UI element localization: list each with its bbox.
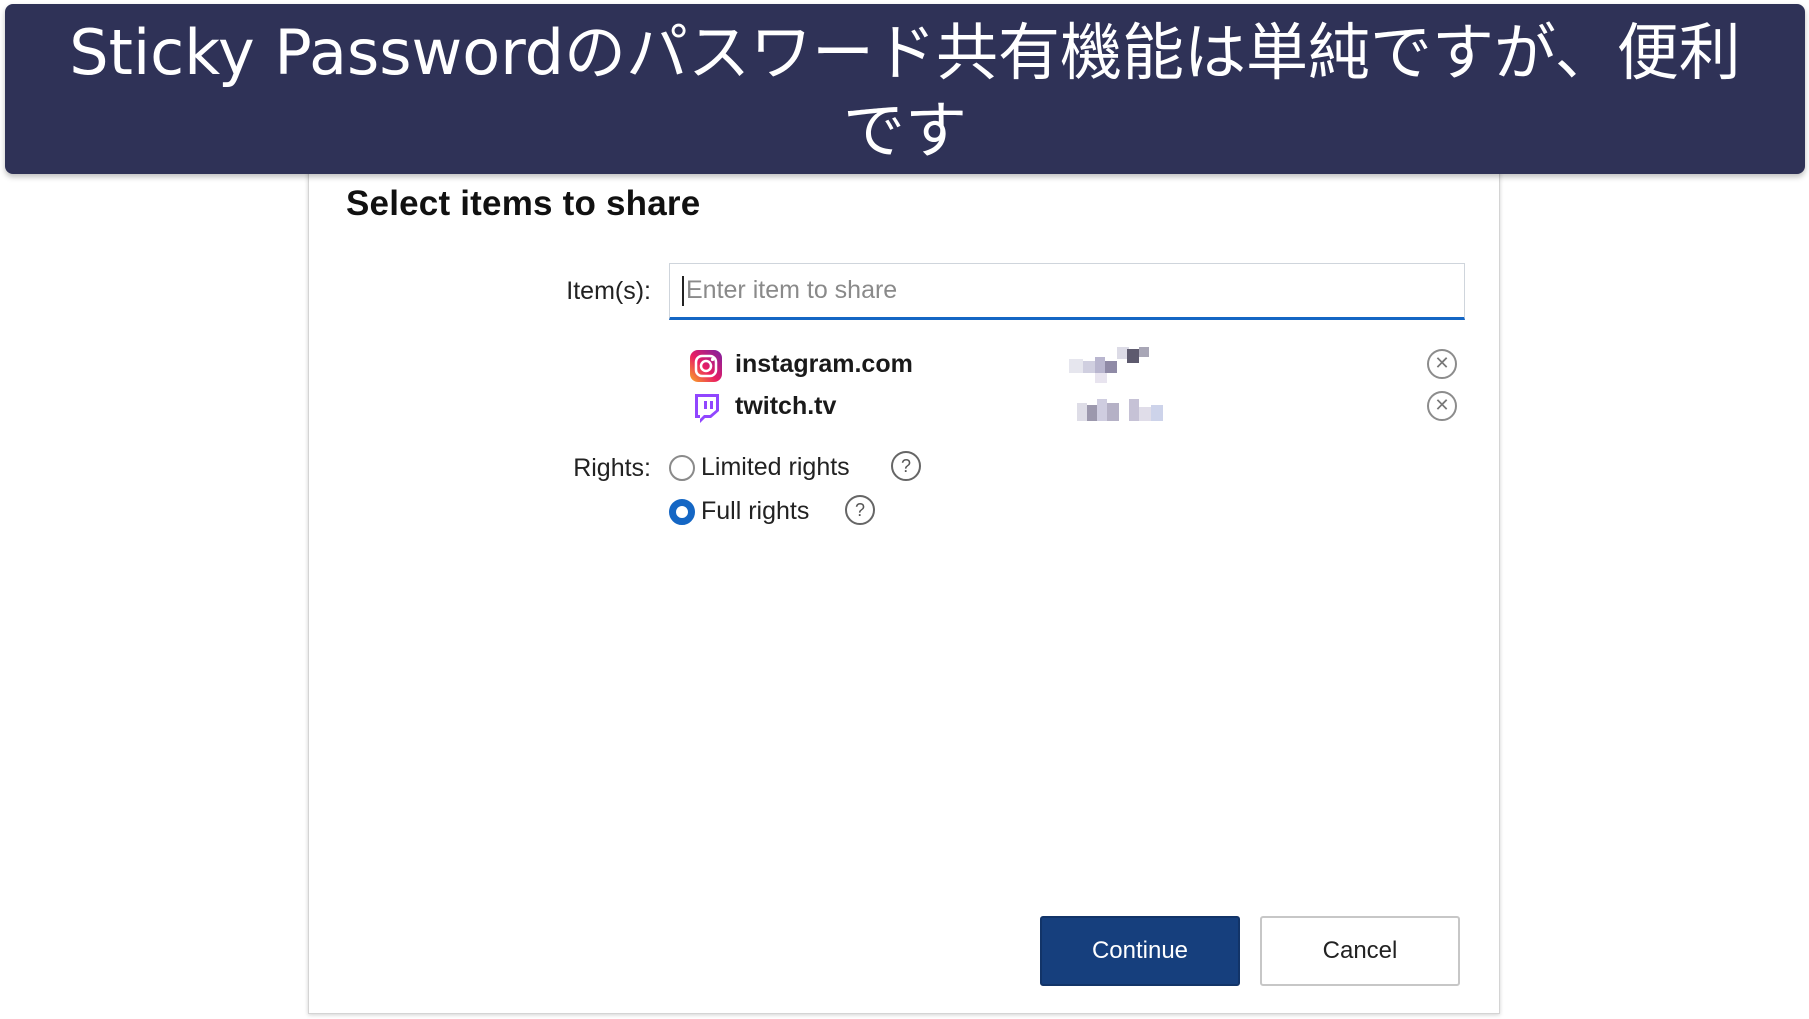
shared-item-row: twitch.tv ✕ (679, 389, 1469, 429)
items-label: Item(s): (566, 277, 651, 305)
instagram-icon (690, 350, 722, 382)
shared-item-row: instagram.com ✕ (679, 347, 1469, 387)
help-icon[interactable]: ? (891, 451, 921, 481)
item-input[interactable] (686, 264, 1446, 316)
caption-banner: Sticky Passwordのパスワード共有機能は単純ですが、便利です (5, 4, 1805, 174)
text-caret (682, 276, 684, 306)
twitch-icon (695, 394, 719, 423)
shared-item-name: instagram.com (735, 350, 913, 378)
full-rights-label: Full rights (701, 497, 810, 525)
limited-rights-label: Limited rights (701, 453, 850, 481)
redacted-username (1069, 347, 1169, 385)
shared-item-name: twitch.tv (735, 392, 837, 420)
item-search-field[interactable] (669, 263, 1465, 320)
help-icon[interactable]: ? (845, 495, 875, 525)
dialog-title: Select items to share (346, 184, 701, 223)
redacted-username (1069, 395, 1169, 433)
banner-caption: Sticky Passwordのパスワード共有機能は単純ですが、便利です (69, 16, 1741, 167)
remove-item-button[interactable]: ✕ (1427, 349, 1457, 379)
cancel-button[interactable]: Cancel (1260, 916, 1460, 986)
remove-item-button[interactable]: ✕ (1427, 391, 1457, 421)
rights-label: Rights: (573, 454, 651, 482)
full-rights-radio[interactable] (669, 499, 695, 525)
continue-button[interactable]: Continue (1040, 916, 1240, 986)
limited-rights-radio[interactable] (669, 455, 695, 481)
share-dialog: Select items to share Item(s): instagram… (308, 150, 1500, 1014)
